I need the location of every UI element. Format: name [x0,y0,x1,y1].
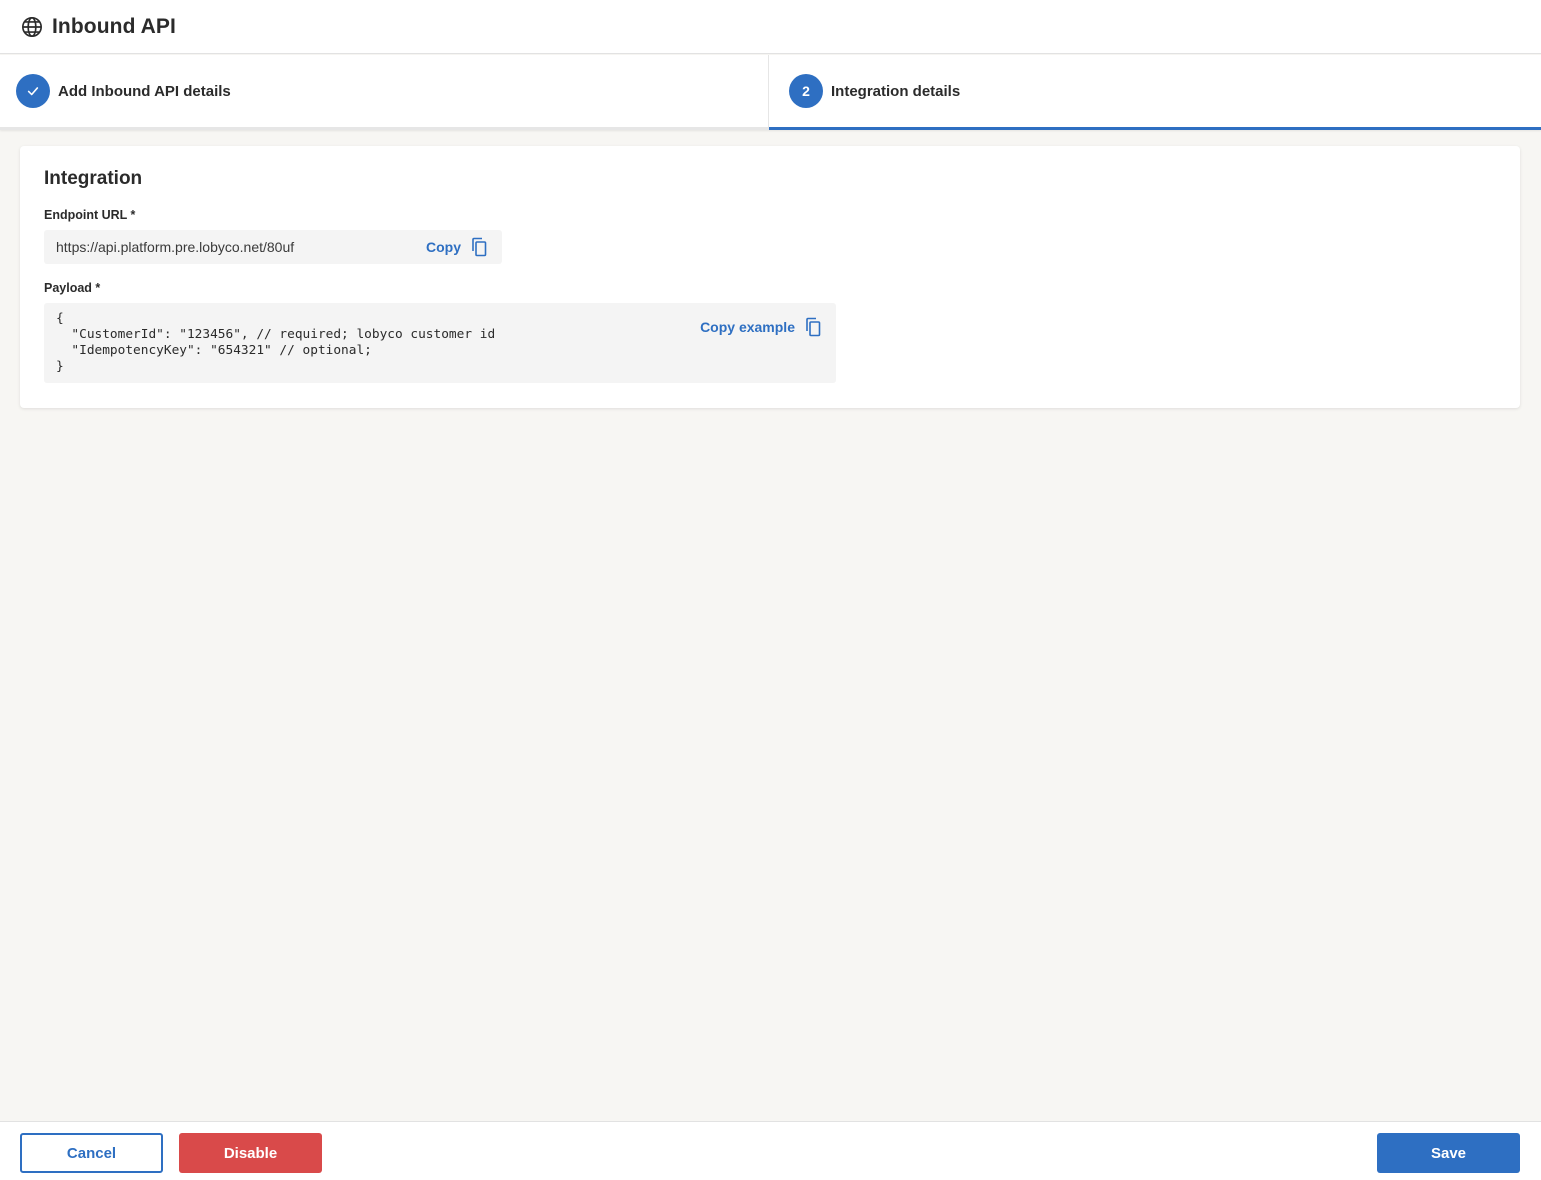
card-title: Integration [44,168,143,189]
page: Inbound API Add Inbound API details 2 In… [0,0,1541,1180]
stepper: Add Inbound API details 2 Integration de… [0,55,1541,130]
step-integration-details[interactable]: 2 Integration details [769,55,1541,130]
copy-example-label: Copy example [700,319,795,335]
globe-icon [21,16,43,38]
copy-icon [804,317,822,337]
payload-code-block: { "CustomerId": "123456", // required; l… [44,303,836,383]
copy-example-button[interactable]: Copy example [700,317,822,337]
copy-icon [470,237,488,257]
payload-label: Payload * [44,281,101,295]
copy-url-button[interactable]: Copy [426,237,488,257]
endpoint-url-label: Endpoint URL * [44,208,136,222]
step-label: Integration details [831,82,961,100]
integration-card: Integration Endpoint URL * https://api.p… [20,146,1520,408]
disable-button[interactable]: Disable [179,1133,322,1173]
check-icon [16,74,50,108]
step-label: Add Inbound API details [58,82,231,100]
endpoint-url-value: https://api.platform.pre.lobyco.net/80uf [56,239,295,255]
save-button[interactable]: Save [1377,1133,1520,1173]
cancel-button[interactable]: Cancel [20,1133,163,1173]
copy-url-label: Copy [426,239,461,255]
endpoint-url-field: https://api.platform.pre.lobyco.net/80uf… [44,230,502,264]
footer-action-bar: Cancel Disable Save [0,1121,1541,1180]
step-number-badge: 2 [789,74,823,108]
page-header: Inbound API [0,0,1541,54]
step-add-inbound-api-details[interactable]: Add Inbound API details [0,55,769,130]
page-title: Inbound API [52,14,176,38]
